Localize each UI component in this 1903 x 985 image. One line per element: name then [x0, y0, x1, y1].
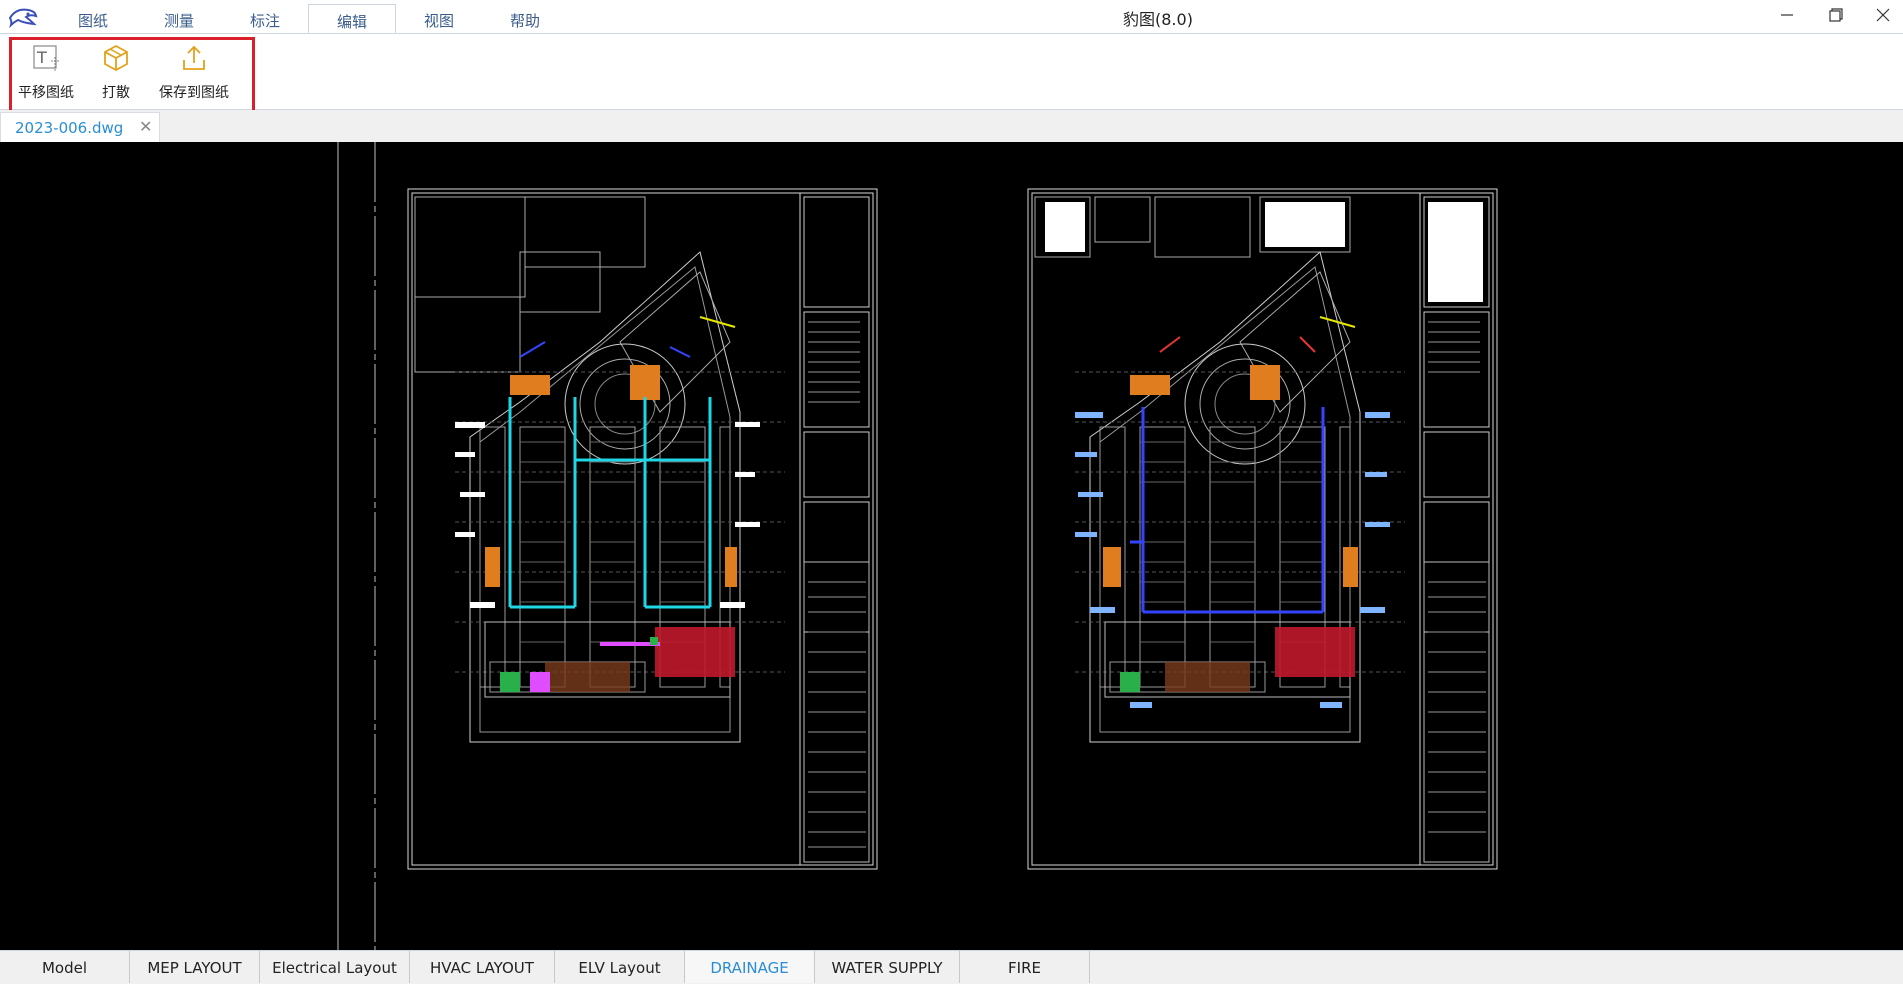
layout-tab-electrical-layout[interactable]: Electrical Layout	[260, 951, 410, 983]
menu-tabs: 图纸 测量 标注 编辑 视图 帮助	[50, 4, 568, 35]
drawing-view	[337, 142, 1498, 950]
move-drawing-label: 平移图纸	[18, 85, 74, 101]
drawing-sheet-right	[1027, 188, 1498, 870]
explode-icon	[96, 42, 136, 74]
drawing-canvas[interactable]	[0, 142, 1903, 950]
layout-tab-bar: Model MEP LAYOUT Electrical Layout HVAC …	[0, 950, 1903, 984]
drawing-sheet-right-services	[1045, 202, 1483, 708]
layout-tab-drainage[interactable]: DRAINAGE	[685, 951, 815, 983]
drawing-sheet-left	[407, 188, 878, 870]
save-to-drawing-label: 保存到图纸	[159, 85, 229, 101]
ribbon-toolbar: T 平移图纸 打散 保存到图纸	[0, 33, 1903, 113]
restore-icon	[1829, 8, 1843, 22]
explode-label: 打散	[102, 85, 130, 101]
menu-tab-help[interactable]: 帮助	[482, 4, 568, 33]
menu-tab-drawing[interactable]: 图纸	[50, 4, 136, 33]
svg-text:T: T	[36, 48, 47, 67]
minimize-icon	[1781, 14, 1793, 16]
layout-tab-hvac-layout[interactable]: HVAC LAYOUT	[410, 951, 555, 983]
minimize-button[interactable]	[1767, 2, 1807, 28]
drawing-sheet-left-services	[455, 316, 760, 692]
window-title: 豹图(8.0)	[1123, 10, 1193, 29]
close-tab-icon[interactable]: ✕	[139, 117, 152, 136]
app-logo-icon	[8, 6, 38, 29]
menu-tab-view[interactable]: 视图	[396, 4, 482, 33]
close-button[interactable]	[1863, 2, 1903, 28]
layout-tab-mep-layout[interactable]: MEP LAYOUT	[130, 951, 260, 983]
save-to-drawing-button[interactable]: 保存到图纸	[154, 42, 234, 102]
move-drawing-button[interactable]: T 平移图纸	[14, 42, 78, 102]
menu-tab-measure[interactable]: 测量	[136, 4, 222, 33]
layout-tab-water-supply[interactable]: WATER SUPPLY	[815, 951, 960, 983]
document-tab[interactable]: 2023-006.dwg ✕	[0, 112, 160, 142]
menu-tab-annotate[interactable]: 标注	[222, 4, 308, 33]
layout-tab-elv-layout[interactable]: ELV Layout	[555, 951, 685, 983]
layout-tab-model[interactable]: Model	[0, 951, 130, 983]
restore-button[interactable]	[1816, 2, 1856, 28]
close-icon	[1876, 8, 1890, 22]
menu-tab-edit[interactable]: 编辑	[308, 4, 396, 35]
document-tab-strip: 2023-006.dwg ✕	[0, 110, 1903, 143]
layout-tab-fire[interactable]: FIRE	[960, 951, 1090, 983]
save-to-drawing-icon	[154, 42, 234, 74]
move-drawing-icon: T	[14, 42, 78, 74]
title-bar: 图纸 测量 标注 编辑 视图 帮助 豹图(8.0)	[0, 0, 1903, 35]
explode-button[interactable]: 打散	[96, 42, 136, 102]
document-tab-label: 2023-006.dwg	[15, 119, 124, 137]
